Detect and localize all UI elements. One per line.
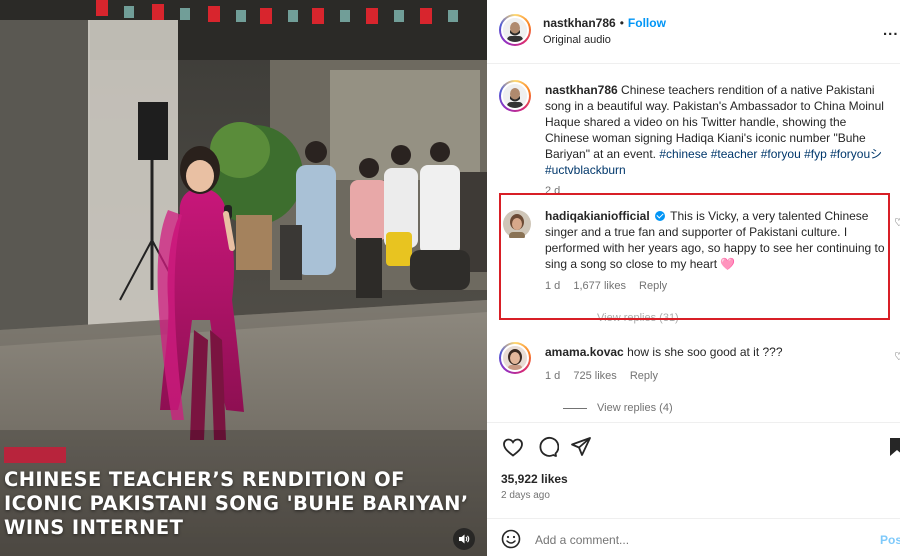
comment-likes[interactable]: 725 likes (573, 370, 616, 382)
post-header: nastkhan786 • Follow Original audio ... (487, 0, 900, 64)
comment-meta: 1 d 725 likes Reply (545, 370, 668, 382)
author-username[interactable]: nastkhan786 (543, 16, 616, 30)
heart-icon[interactable] (501, 435, 525, 459)
reply-button[interactable]: Reply (630, 370, 658, 382)
caption-username[interactable]: nastkhan786 (545, 83, 618, 97)
header-separator: • (619, 16, 624, 30)
author-avatar[interactable] (499, 14, 531, 46)
video-overlay-title: CHINESE TEACHER’S RENDITION OF ICONIC PA… (4, 468, 469, 539)
likes-count[interactable]: 35,922 likes (501, 472, 568, 486)
caption-text: nastkhan786 Chinese teachers rendition o… (545, 82, 890, 199)
comment-time: 1 d (545, 370, 561, 382)
avatar-image (503, 84, 527, 108)
send-icon[interactable] (569, 435, 593, 459)
video-overlay-tag (4, 447, 66, 463)
view-replies-button[interactable]: View replies (4) (563, 402, 673, 414)
comment-username[interactable]: amama.kovac (545, 345, 624, 359)
emoji-icon[interactable] (501, 529, 521, 552)
comment-like-heart-icon[interactable]: ♡ (894, 216, 900, 229)
comment-body: how is she soo good at it ??? (627, 345, 783, 359)
comment-icon[interactable] (535, 435, 560, 459)
header-line: nastkhan786 • Follow (543, 16, 666, 30)
caption-avatar[interactable] (499, 80, 531, 112)
highlight-box (499, 193, 890, 320)
reel-video[interactable]: CHINESE TEACHER’S RENDITION OF ICONIC PA… (0, 0, 487, 556)
action-bar (487, 422, 900, 470)
post-timestamp: 2 days ago (501, 490, 550, 501)
avatar-image (503, 346, 527, 370)
audio-label[interactable]: Original audio (543, 34, 611, 46)
comment-text: amama.kovac how is she soo good at it ??… (545, 344, 885, 360)
commenter-avatar[interactable] (499, 342, 531, 374)
speaker-icon[interactable] (453, 528, 475, 550)
add-comment-bar: Post (487, 518, 900, 556)
bookmark-icon[interactable] (885, 435, 900, 459)
comment-input[interactable] (535, 533, 835, 547)
post-comment-button[interactable]: Post (880, 533, 900, 547)
more-options-icon[interactable]: ... (883, 22, 899, 39)
follow-button[interactable]: Follow (628, 16, 666, 30)
avatar-image (503, 18, 527, 42)
comment-like-heart-icon[interactable]: ♡ (894, 350, 900, 363)
